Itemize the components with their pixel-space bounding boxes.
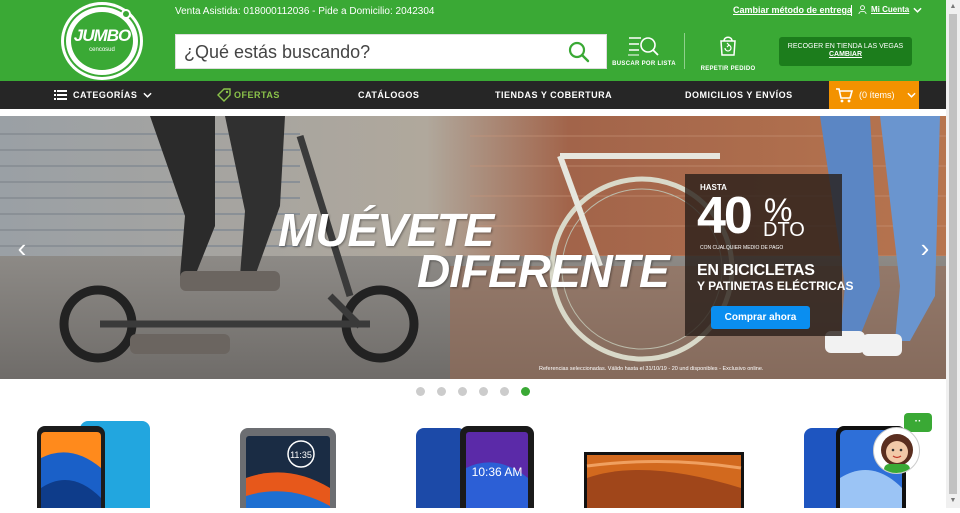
carousel-dot[interactable] — [416, 387, 425, 396]
search-input[interactable] — [184, 39, 554, 65]
search-icon[interactable] — [568, 41, 590, 63]
banner-title-line2: DIFERENTE — [417, 245, 670, 297]
carousel-dot[interactable] — [458, 387, 467, 396]
change-delivery-method-link[interactable]: Cambiar método de entrega — [733, 5, 852, 15]
search-bar — [175, 34, 607, 69]
nav-stores-coverage[interactable]: TIENDAS Y COBERTURA — [495, 81, 612, 109]
scroll-thumb[interactable] — [949, 14, 957, 494]
search-by-list-label: BUSCAR POR LISTA — [612, 61, 676, 67]
search-by-list-button[interactable]: BUSCAR POR LISTA — [611, 34, 677, 67]
cart-button[interactable]: (0 ítems) — [829, 81, 919, 109]
chat-assistant-avatar[interactable] — [873, 427, 920, 474]
repeat-order-button[interactable]: REPETIR PEDIDO — [695, 34, 761, 72]
banner-fineprint: Referencias seleccionadas. Válido hasta … — [539, 366, 764, 372]
main-navigation: CATEGORÍAS OFERTAS CATÁLOGOS TIENDAS Y C… — [0, 81, 946, 109]
promo-line2: Y PATINETAS ELÉCTRICAS — [697, 279, 854, 293]
chevron-down-icon — [913, 7, 922, 13]
nav-delivery-shipping[interactable]: DOMICILIOS Y ENVÍOS — [685, 81, 793, 109]
nav-categories[interactable]: CATEGORÍAS — [54, 81, 152, 109]
carousel-next-arrow[interactable]: › — [915, 235, 935, 261]
nav-categories-label: CATEGORÍAS — [73, 90, 138, 100]
assistant-avatar-icon — [881, 434, 913, 473]
logo-dot — [121, 9, 131, 19]
phone-image — [37, 421, 150, 513]
nav-catalogs[interactable]: CATÁLOGOS — [358, 81, 419, 109]
product-card[interactable]: 11:35 — [238, 418, 338, 513]
chevron-down-icon — [143, 92, 152, 98]
promo-dto: DTO — [763, 219, 805, 241]
my-account-menu[interactable]: Mi Cuenta — [858, 5, 922, 14]
menu-icon — [54, 90, 67, 100]
phone-time: 11:35 — [290, 450, 312, 460]
carousel-dot[interactable] — [521, 387, 530, 396]
chevron-down-icon — [906, 92, 916, 98]
product-card[interactable] — [35, 418, 155, 513]
tools-divider — [684, 33, 685, 69]
logo-subtitle: cencosud — [89, 47, 115, 53]
assisted-sale-info: Venta Asistida: 018000112036 - Pide a Do… — [175, 6, 435, 17]
carousel-dots — [416, 387, 530, 396]
cart-icon — [836, 88, 853, 103]
carousel-dot[interactable] — [500, 387, 509, 396]
cart-count: (0 ítems) — [859, 90, 895, 100]
repeat-order-label: REPETIR PEDIDO — [700, 66, 756, 72]
tv-image — [584, 452, 744, 512]
carousel-prev-arrow[interactable]: ‹ — [12, 235, 32, 261]
tag-icon — [217, 88, 231, 102]
carousel-dot[interactable] — [479, 387, 488, 396]
promo-line1: EN BICICLETAS — [697, 262, 815, 279]
phone-image: 11:35 — [240, 428, 336, 513]
my-account-label: Mi Cuenta — [871, 5, 910, 14]
product-strip: 11:35 10:36 AM — [0, 418, 946, 513]
pickup-store-label: RECOGER EN TIENDA LAS VEGAS — [787, 43, 904, 50]
scroll-up-arrow[interactable]: ▲ — [949, 3, 957, 11]
repeat-order-icon — [720, 36, 736, 56]
scroll-down-arrow[interactable]: ▼ — [949, 497, 957, 505]
promo-percent: 40 — [697, 187, 753, 245]
logo-word: JUMBO — [73, 26, 131, 45]
product-card[interactable]: 10:36 AM — [414, 418, 539, 513]
carousel-dot[interactable] — [437, 387, 446, 396]
phone-image: 10:36 AM — [416, 426, 534, 513]
pickup-change-link[interactable]: CAMBIAR — [779, 51, 912, 58]
product-card[interactable] — [584, 418, 744, 513]
header-divider — [851, 5, 852, 16]
page-scrollbar[interactable]: ▲ ▼ — [946, 0, 960, 508]
promo-condition: CON CUALQUIER MEDIO DE PAGO — [700, 245, 784, 251]
top-header: JUMBO cencosud Venta Asistida: 018000112… — [0, 0, 946, 81]
user-icon — [858, 5, 867, 14]
nav-offers[interactable]: OFERTAS — [217, 81, 280, 109]
shop-now-button[interactable]: Comprar ahora — [711, 306, 810, 329]
store-pickup-button[interactable]: RECOGER EN TIENDA LAS VEGAS CAMBIAR — [779, 37, 912, 66]
phone-time: 10:36 AM — [472, 465, 523, 479]
list-search-icon — [628, 37, 659, 56]
nav-offers-label: OFERTAS — [234, 90, 280, 100]
